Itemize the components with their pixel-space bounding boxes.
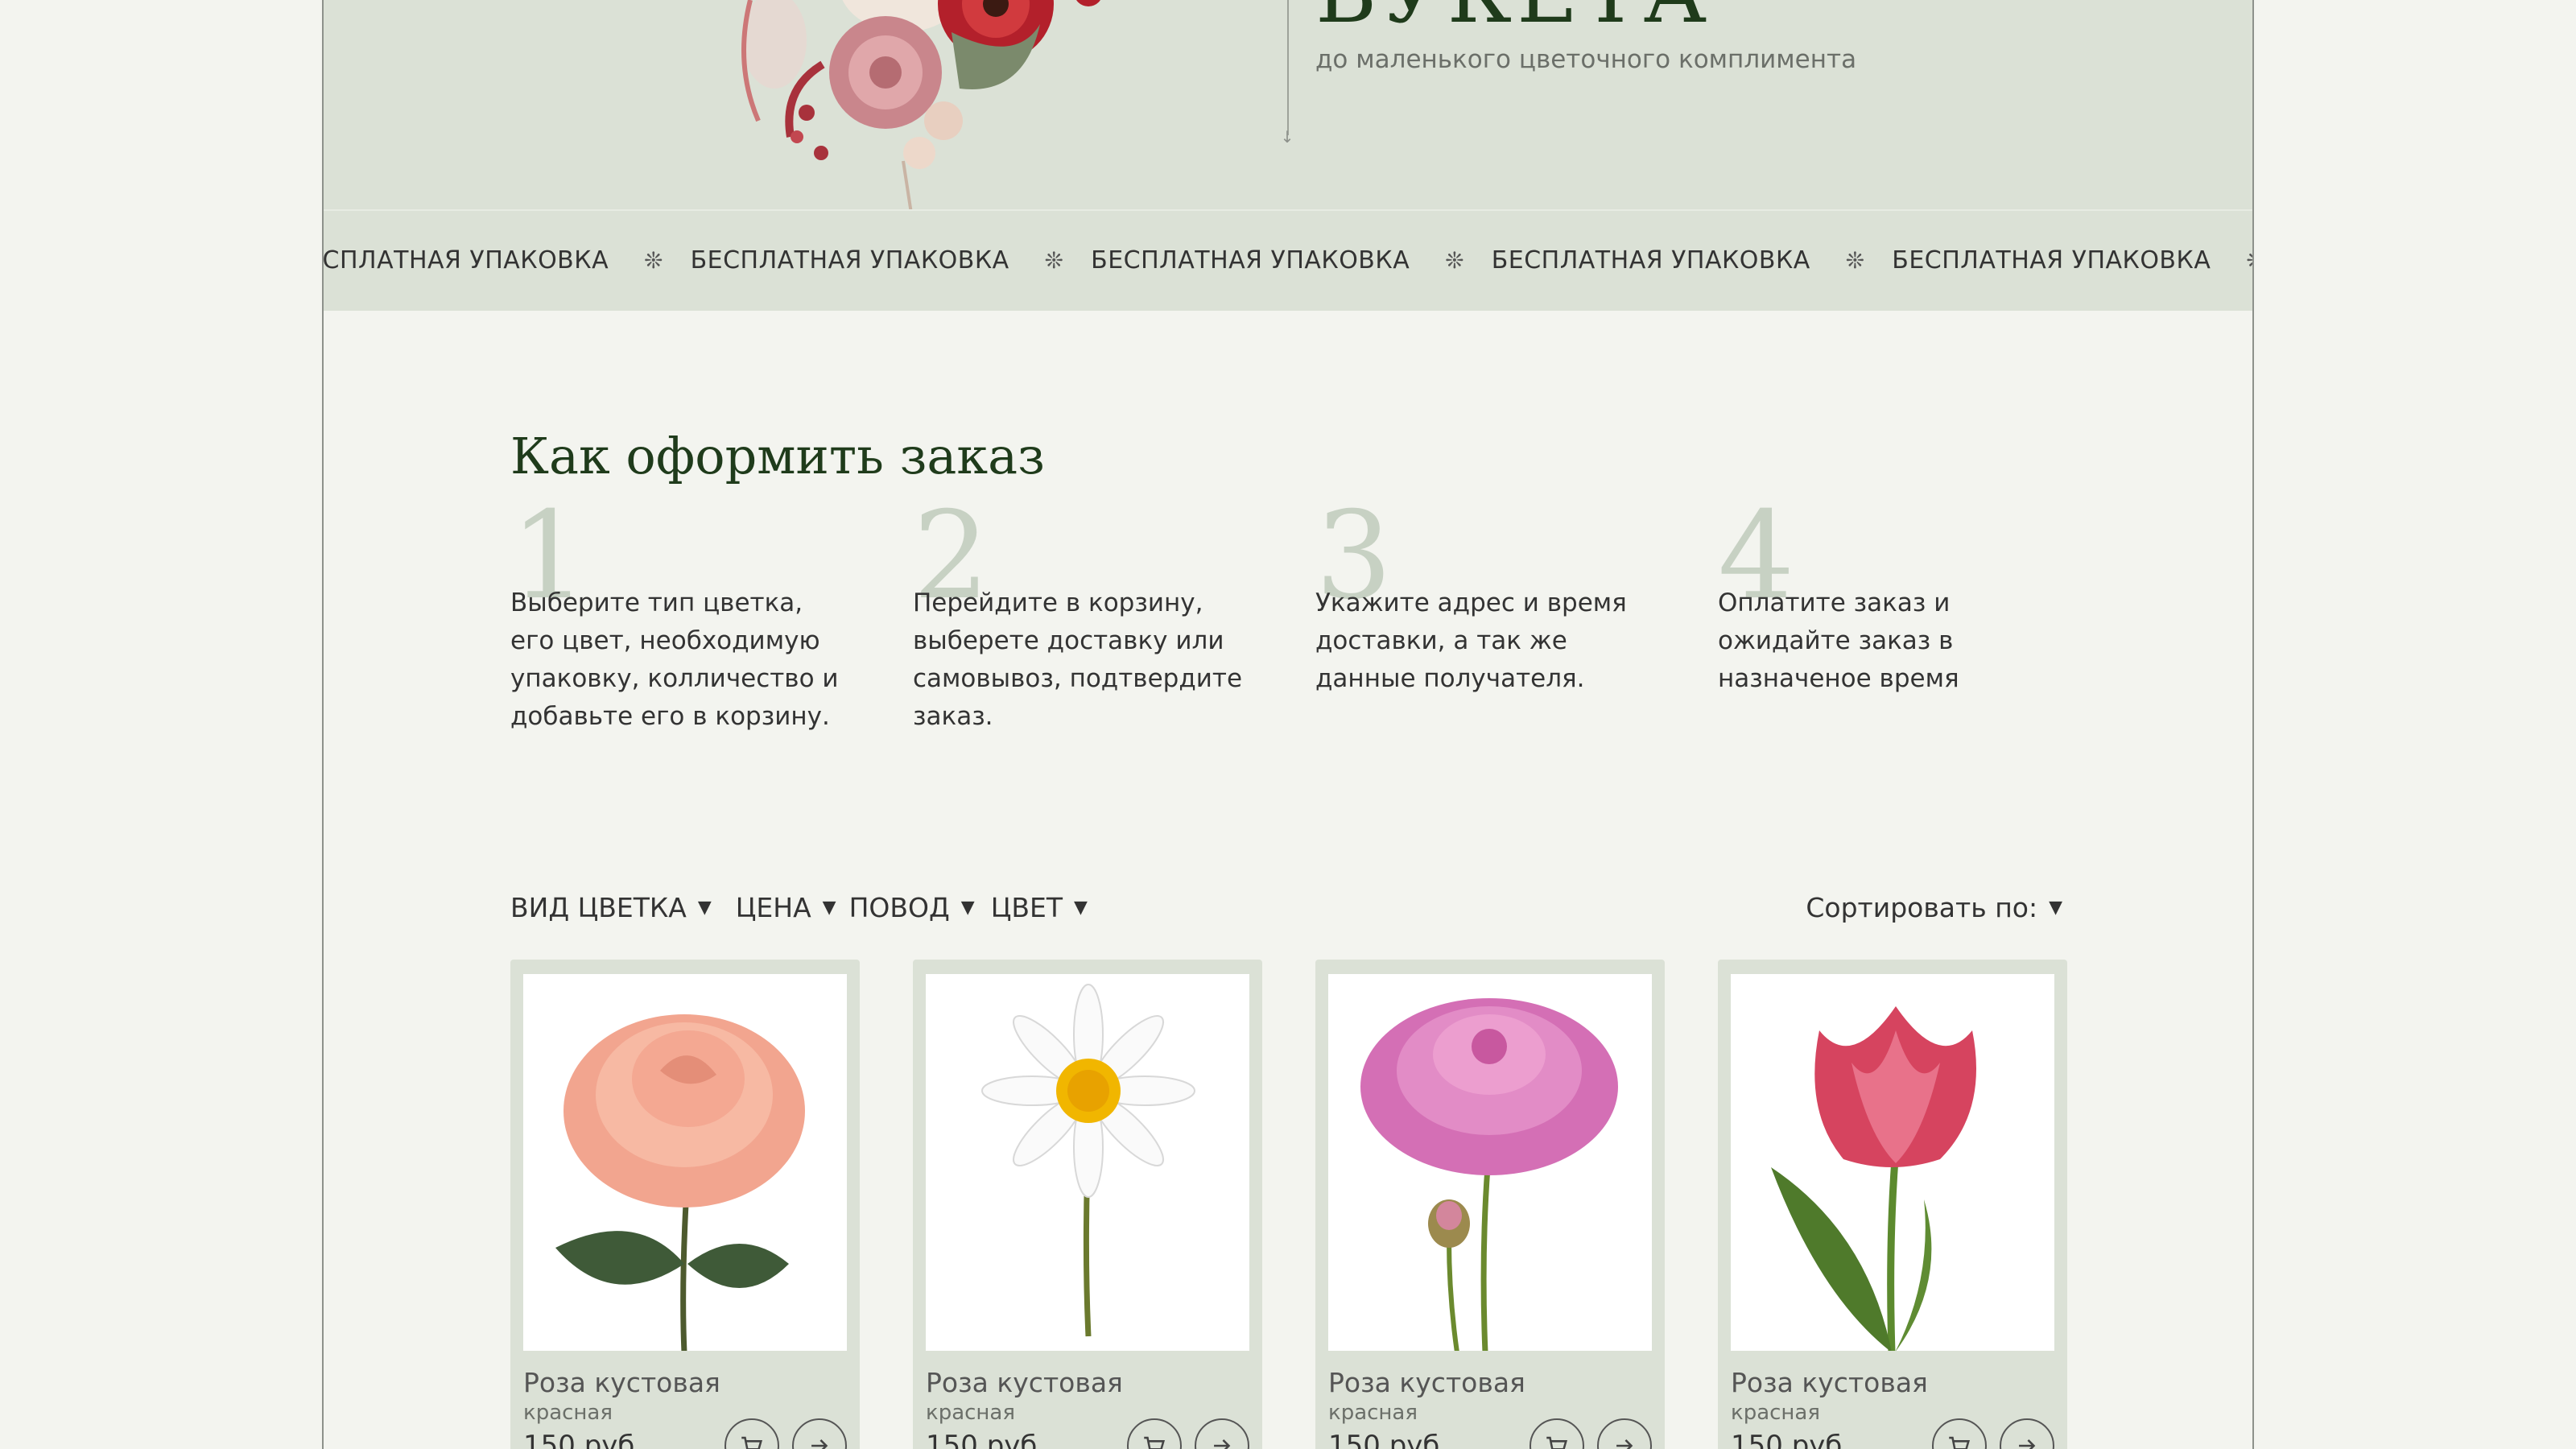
snowflake-icon: ❊ [2246,247,2252,274]
step-text: Выберите тип цветка, его цвет, необходим… [510,588,839,731]
arrow-down-icon: ↓ [1280,127,1294,147]
add-to-cart-button[interactable] [724,1418,779,1449]
cart-icon [741,1436,763,1449]
filter-label: ВИД ЦВЕТКА [510,892,687,923]
product-name: Роза кустовая [1328,1367,1525,1398]
marquee-item: БЕСПЛАТНАЯ УПАКОВКА [324,246,609,275]
filter-flower-type[interactable]: ВИД ЦВЕТКА ▼ [510,892,712,923]
product-price: 150 руб. [1328,1430,1449,1449]
page: БУКЕТА ↓ до маленького цветочного компли… [322,0,2254,1449]
snowflake-icon: ❊ [644,247,663,274]
filter-color[interactable]: ЦВЕТ ▼ [991,892,1088,923]
cart-icon [1546,1436,1568,1449]
sort-label: Сортировать по: [1806,892,2038,923]
snowflake-icon: ❊ [1845,247,1865,274]
product-image-pink-peony[interactable] [1328,974,1652,1351]
open-product-button[interactable] [2000,1418,2054,1449]
product-price: 150 руб. [523,1430,644,1449]
caret-down-icon: ▼ [697,898,712,918]
arrow-right-icon [811,1439,828,1449]
order-step-1: 1 Выберите тип цветка, его цвет, необход… [510,496,865,797]
caret-down-icon: ▼ [1073,898,1088,918]
add-to-cart-button[interactable] [1530,1418,1584,1449]
product-name: Роза кустовая [1731,1367,1928,1398]
product-card[interactable]: Роза кустовая красная 150 руб. [1718,960,2067,1449]
product-color: красная [1328,1401,1418,1425]
open-product-button[interactable] [792,1418,847,1449]
marquee-track: БЕСПЛАТНАЯ УПАКОВКА ❊ БЕСПЛАТНАЯ УПАКОВК… [324,246,2252,275]
cart-icon [1949,1436,1971,1449]
product-card[interactable]: Роза кустовая красная 150 руб. [510,960,860,1449]
open-product-button[interactable] [1597,1418,1652,1449]
cart-icon [1144,1436,1166,1449]
product-image-peach-rose[interactable] [523,974,847,1351]
arrow-right-icon [1214,1439,1231,1449]
sort-dropdown[interactable]: Сортировать по: ▼ [1806,892,2062,923]
add-to-cart-button[interactable] [1932,1418,1987,1449]
snowflake-icon: ❊ [1044,247,1064,274]
product-image-pink-tulip[interactable] [1731,974,2054,1351]
order-step-4: 4 Оплатите заказ и ожидайте заказ в назн… [1718,496,2072,797]
hero-divider [1287,0,1289,135]
product-name: Роза кустовая [926,1367,1123,1398]
arrow-right-icon [1616,1439,1633,1449]
filter-label: ЦЕНА [735,892,811,923]
arrow-right-icon [2019,1439,2036,1449]
filter-occasion[interactable]: ПОВОД ▼ [849,892,975,923]
bouquet-image [741,0,1100,209]
product-name: Роза кустовая [523,1367,720,1398]
product-color: красная [926,1401,1016,1425]
open-product-button[interactable] [1195,1418,1249,1449]
product-price: 150 руб. [1731,1430,1852,1449]
promo-marquee: БЕСПЛАТНАЯ УПАКОВКА ❊ БЕСПЛАТНАЯ УПАКОВК… [324,209,2252,311]
marquee-item: БЕСПЛАТНАЯ УПАКОВКА [1892,246,2211,275]
add-to-cart-button[interactable] [1127,1418,1182,1449]
step-text: Оплатите заказ и ожидайте заказ в назнач… [1718,588,1959,693]
filter-bar: ВИД ЦВЕТКА ▼ ЦЕНА ▼ ПОВОД ▼ ЦВЕТ ▼ [510,892,1112,923]
marquee-item: БЕСПЛАТНАЯ УПАКОВКА [1091,246,1410,275]
section-title: Как оформить заказ [510,427,1045,485]
caret-down-icon: ▼ [822,898,836,918]
product-color: красная [523,1401,613,1425]
hero-title: БУКЕТА [1315,0,1711,42]
marquee-item: БЕСПЛАТНАЯ УПАКОВКА [1491,246,1810,275]
caret-down-icon: ▼ [960,898,975,918]
order-step-2: 2 Перейдите в корзину, выберете доставку… [913,496,1267,797]
order-step-3: 3 Укажите адрес и время доставки, а так … [1315,496,1670,797]
hero-banner: БУКЕТА ↓ до маленького цветочного компли… [324,0,2252,209]
product-card[interactable]: Роза кустовая красная 150 руб. [913,960,1262,1449]
product-color: красная [1731,1401,1821,1425]
product-price: 150 руб. [926,1430,1046,1449]
filter-label: ЦВЕТ [990,892,1063,923]
marquee-item: БЕСПЛАТНАЯ УПАКОВКА [690,246,1009,275]
snowflake-icon: ❊ [1445,247,1464,274]
step-text: Укажите адрес и время доставки, а так же… [1315,588,1627,693]
step-text: Перейдите в корзину, выберете доставку и… [913,588,1243,731]
product-image-daisy[interactable] [926,974,1249,1351]
product-card[interactable]: Роза кустовая красная 150 руб. [1315,960,1665,1449]
filter-price[interactable]: ЦЕНА ▼ [736,892,836,923]
hero-subtitle: до маленького цветочного комплимента [1315,45,1857,74]
filter-label: ПОВОД [848,892,950,923]
caret-down-icon: ▼ [2049,898,2062,918]
